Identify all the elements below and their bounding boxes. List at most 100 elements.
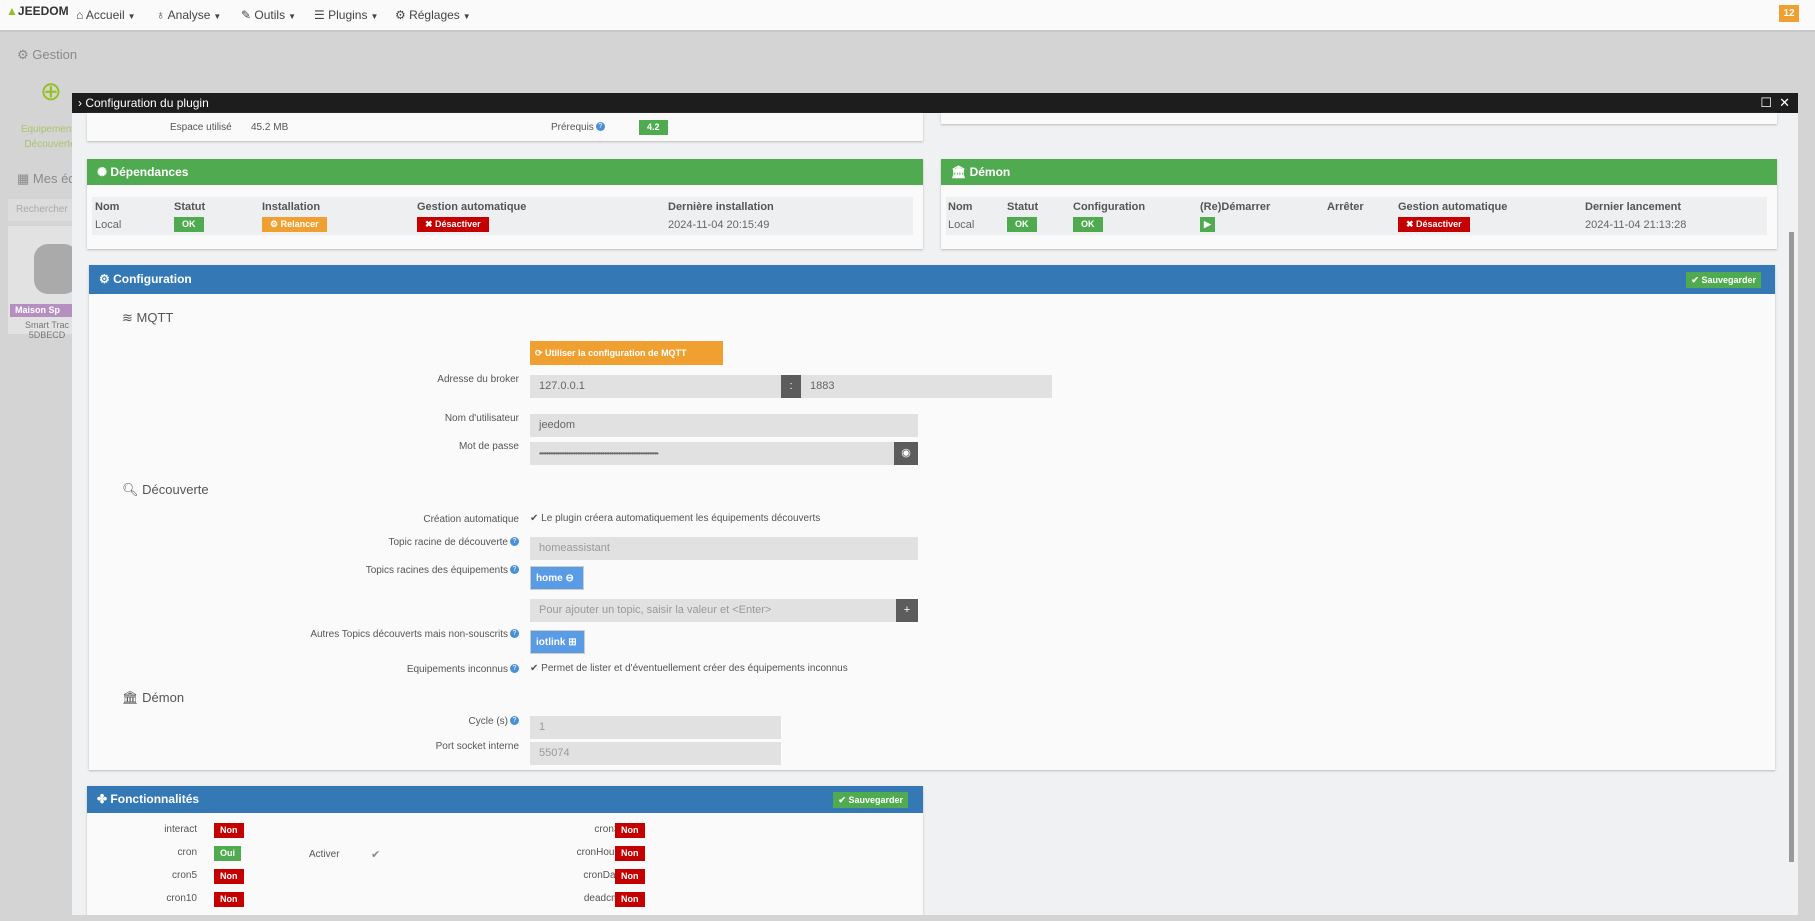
col-statut: Statut (1007, 201, 1039, 213)
feature-status-badge: Non (615, 892, 645, 907)
feature-status-badge: Non (214, 823, 244, 838)
save-config-button[interactable]: ✔ Sauvegarder (1686, 272, 1761, 288)
use-mqtt-manager-button[interactable]: ⟳ Utiliser la configuration de MQTT Mana… (530, 341, 723, 382)
username-input[interactable]: jeedom (530, 414, 918, 437)
nav-analyse[interactable]: ♁ Analyse ▼ (156, 8, 221, 22)
daemon-name: Local (948, 219, 975, 231)
nav-reglages[interactable]: ⚙ Réglages ▼ (395, 8, 471, 22)
features-panel: ✤ Fonctionnalités ✔ Sauvegarder Activer … (87, 786, 923, 915)
feature-name: cron5 (171, 870, 197, 881)
cog-icon: ✺ (97, 165, 108, 179)
dependencies-panel: ✺ Dépendances Nom Statut Installation Ge… (87, 159, 923, 249)
configuration-panel: ⚙ Configuration ✔ Sauvegarder ≋ MQTT ⟳ U… (89, 265, 1775, 770)
daemon-panel: 🏛 Démon Nom Statut Configuration (Re)Dém… (941, 159, 1777, 249)
col-dernier: Dernier lancement (1585, 201, 1681, 213)
daemon-table: Nom Statut Configuration (Re)Démarrer Ar… (946, 197, 1767, 235)
feature-status-badge: Non (615, 823, 645, 838)
feature-status-badge: Oui (214, 846, 241, 861)
feature-name: interact (164, 824, 197, 835)
other-topics-label: Autres Topics découverts mais non-souscr… (89, 629, 519, 640)
message-count-badge[interactable]: 12 (1779, 5, 1799, 22)
help-icon: ? (510, 565, 519, 574)
activer-checkbox[interactable]: ✔ (371, 848, 380, 861)
discovery-heading: 🔍︎ Découverte (122, 482, 209, 497)
bank-icon: 🏛 (951, 165, 967, 179)
bank-icon: 🏛 (122, 690, 139, 705)
nav-accueil[interactable]: ⌂ Accueil ▼ (76, 8, 136, 22)
help-icon: ? (510, 537, 519, 546)
dep-last-install: 2024-11-04 20:15:49 (668, 219, 770, 231)
topic-tag-home[interactable]: home ⊖ (530, 566, 584, 590)
search-icon: 🔍︎ (122, 482, 139, 497)
cycle-input[interactable]: 1 (530, 716, 781, 739)
col-statut: Statut (174, 201, 206, 213)
activer-label: Activer (309, 849, 340, 860)
dep-name: Local (95, 219, 122, 231)
dep-disable-auto-button[interactable]: ✖ Désactiver (417, 217, 489, 232)
feature-name: cronDaily (583, 870, 625, 881)
topic-tag-iotlink[interactable]: iotlink ⊞ (530, 630, 585, 654)
socket-port-label: Port socket interne (435, 741, 519, 752)
col-derniere: Dernière installation (668, 201, 774, 213)
daemon-disable-auto-button[interactable]: ✖ Désactiver (1398, 217, 1470, 232)
scrollbar[interactable] (1789, 232, 1794, 862)
feature-name: cronHourly (576, 847, 625, 858)
card-name: Smart Trac 5DBECD (25, 320, 70, 340)
maximize-icon[interactable]: ☐ (1760, 93, 1772, 113)
root-topic-label: Topic racine de découverte? (89, 537, 519, 548)
stethoscope-icon: ♁ (156, 8, 168, 22)
col-configuration: Configuration (1073, 201, 1146, 213)
prereq-label: Prérequis? (551, 122, 605, 133)
feature-status-badge: Non (615, 869, 645, 884)
features-header: ✤ Fonctionnalités ✔ Sauvegarder (87, 786, 923, 813)
socket-port-input[interactable]: 55074 (530, 742, 781, 765)
play-icon[interactable]: ▶ (1200, 217, 1215, 232)
password-input[interactable]: ••••••••••••••••••••••••••••••••••••••••… (530, 442, 894, 465)
cycle-label: Cycle (s)? (89, 716, 519, 727)
space-label: Espace utilisé (170, 122, 232, 133)
nav-plugins[interactable]: ☰ Plugins ▼ (314, 8, 378, 22)
auto-create-checkbox[interactable]: ✔ Le plugin créera automatiquement les é… (530, 513, 820, 524)
modal-title: Configuration du plugin (85, 96, 209, 110)
nav-outils[interactable]: ✎ Outils ▼ (241, 8, 296, 22)
relaunch-button[interactable]: ⚙ Relancer (262, 217, 327, 232)
unknown-equipments-checkbox[interactable]: ✔ Permet de lister et d'éventuellement c… (530, 663, 848, 674)
dependencies-header: ✺ Dépendances (87, 159, 923, 185)
save-features-button[interactable]: ✔ Sauvegarder (833, 792, 908, 808)
add-topic-input[interactable]: Pour ajouter un topic, saisir la valeur … (530, 599, 896, 622)
equipment-card[interactable]: Maison Sp Smart Trac 5DBECD (8, 226, 78, 340)
feature-name: deadcmd (583, 893, 625, 904)
dependencies-table: Nom Statut Installation Gestion automati… (92, 197, 913, 235)
plus-icon[interactable]: + (896, 599, 918, 622)
mqtt-heading: ≋ MQTT (122, 310, 174, 325)
home-icon: ⌂ (76, 8, 86, 22)
root-topics-label: Topics racines des équipements? (89, 565, 519, 576)
col-nom: Nom (95, 201, 120, 213)
col-arreter: Arrêter (1327, 201, 1364, 213)
info-panel: Espace utilisé 45.2 MB Prérequis? 4.2 (87, 113, 923, 141)
top-navbar: ▲JEEDOM ⌂ Accueil ▼ ♁ Analyse ▼ ✎ Outils ▼ … (0, 0, 1815, 32)
feature-status-badge: Non (615, 846, 645, 861)
help-icon: ? (510, 629, 519, 638)
help-icon: ? (510, 716, 519, 725)
broker-host-input[interactable]: 127.0.0.1 (530, 375, 781, 398)
add-equipment-icon[interactable]: ⊕ (40, 76, 62, 107)
broker-port-input[interactable]: 1883 (801, 375, 1052, 398)
cogs-icon: ⚙ (99, 272, 110, 286)
add-equipment-label[interactable]: Equipements Découverte (20, 122, 80, 152)
puzzle-icon: ✤ (97, 792, 108, 806)
daemon-status-badge: OK (1007, 217, 1037, 232)
help-icon[interactable]: ? (595, 122, 605, 131)
wifi-icon: ≋ (122, 310, 133, 325)
plugin-config-modal: › Configuration du plugin ☐ ✕ Espace uti… (72, 93, 1798, 915)
feature-status-badge: Non (214, 892, 244, 907)
close-icon[interactable]: ✕ (1779, 93, 1790, 113)
root-topic-input[interactable]: homeassistant (530, 537, 918, 560)
space-value: 45.2 MB (251, 122, 289, 133)
help-icon: ? (510, 664, 519, 673)
password-label: Mot de passe (458, 441, 519, 452)
jeedom-logo[interactable]: ▲JEEDOM (6, 4, 69, 18)
gestion-heading: ⚙ Gestion (17, 47, 78, 62)
search-input[interactable]: Rechercher (8, 199, 78, 221)
eye-icon[interactable]: ◉ (894, 442, 918, 465)
